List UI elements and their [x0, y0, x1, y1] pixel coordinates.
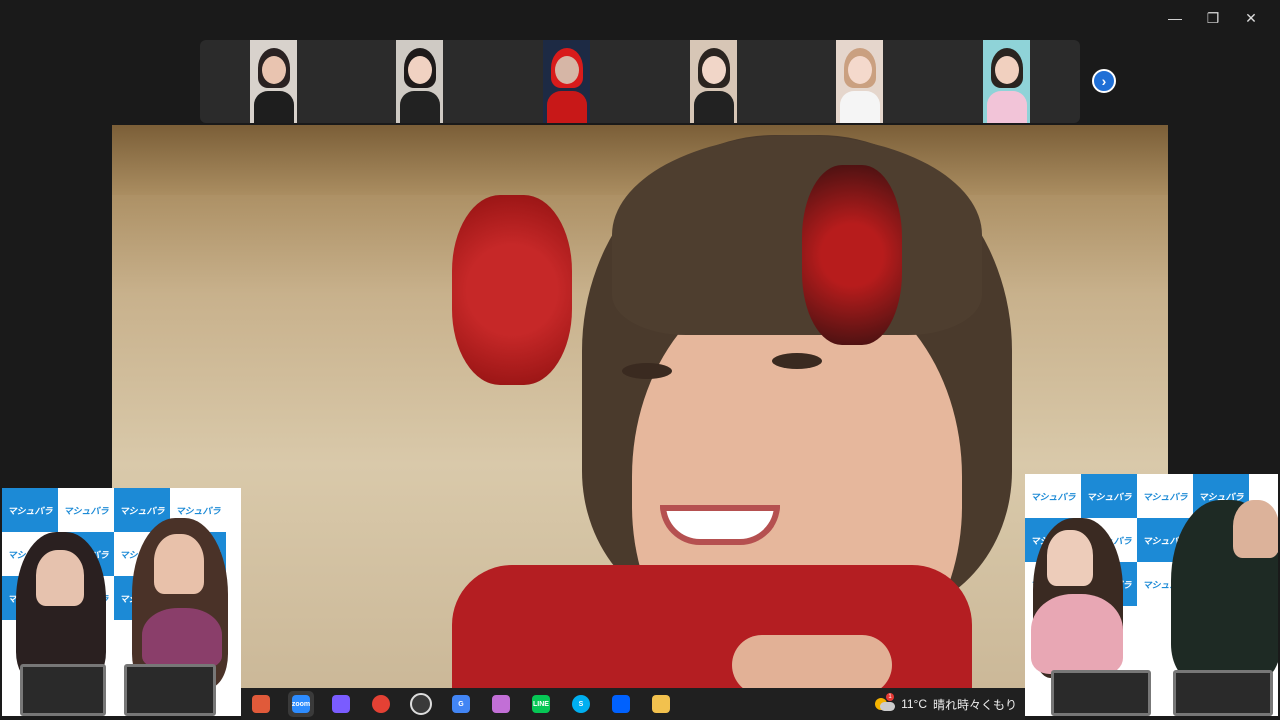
copilot-app-icon [332, 695, 350, 713]
taskbar-obs-app[interactable] [408, 691, 434, 717]
weather-badge: 1 [886, 693, 895, 701]
minimize-icon[interactable]: — [1156, 6, 1194, 30]
chevron-right-icon: › [1101, 73, 1107, 89]
studio-monitor [1051, 670, 1151, 716]
taskbar: zoom G LINE S 1 11°C 晴れ時々くもり [241, 688, 1025, 720]
weather-temperature[interactable]: 11°C [901, 697, 927, 711]
search-app-icon: G [452, 695, 470, 713]
studio-monitor [1173, 670, 1273, 716]
skype-app-icon: S [572, 695, 590, 713]
window-controls: — ❐ ✕ [1156, 6, 1270, 30]
gift-app-icon [252, 695, 270, 713]
backdrop-logo: マシュバラ [58, 488, 114, 532]
taskbar-copilot-app[interactable] [328, 691, 354, 717]
zoom-app-icon: zoom [292, 695, 310, 713]
taskbar-notepad-app[interactable] [488, 691, 514, 717]
speaker-eye-right [772, 353, 822, 369]
gallery-next-button[interactable]: › [1092, 69, 1116, 93]
taskbar-line-app[interactable]: LINE [528, 691, 554, 717]
host-right-2-face [1233, 500, 1278, 558]
notepad-app-icon [492, 695, 510, 713]
host-left-1-face [36, 550, 84, 606]
taskbar-explorer-app[interactable] [648, 691, 674, 717]
participant-gallery-strip [200, 40, 1080, 123]
host-right-1-outfit [1031, 594, 1123, 674]
studio-monitor [20, 664, 106, 716]
studio-monitor [124, 664, 216, 716]
host-left-2-outfit [142, 608, 222, 668]
speaker-eye-left [622, 363, 672, 379]
gallery-tile-participant-3[interactable] [543, 40, 590, 123]
studio-feed-left: マシュバラ マシュバラ マシュバラ マシュバラ マシュバラ マシュバラ マシュバ… [2, 488, 241, 716]
gallery-tile-participant-1[interactable] [250, 40, 297, 123]
weather-condition[interactable]: 晴れ時々くもり [933, 696, 1017, 713]
gallery-tile-participant-5[interactable] [836, 40, 883, 123]
system-tray: 1 11°C 晴れ時々くもり [875, 688, 1017, 720]
studio-feed-right: マシュバラ マシュバラ マシュバラ マシュバラ マシュバラ マシュバラ マシュバ… [1025, 474, 1278, 716]
chrome-app-icon [372, 695, 390, 713]
taskbar-gift-app[interactable] [248, 691, 274, 717]
backdrop-logo: マシュバラ [1025, 474, 1081, 518]
speaker-hand [732, 635, 892, 690]
explorer-app-icon [652, 695, 670, 713]
hair-ornament-left [452, 195, 572, 385]
gallery-tile-participant-2[interactable] [396, 40, 443, 123]
restore-icon[interactable]: ❐ [1194, 6, 1232, 30]
backdrop-logo: マシュバラ [1081, 474, 1137, 518]
weather-icon[interactable]: 1 [875, 693, 896, 712]
speaker-dress [452, 565, 972, 690]
host-right-1-face [1047, 530, 1093, 586]
taskbar-zoom-app[interactable]: zoom [288, 691, 314, 717]
active-speaker-video [112, 125, 1168, 690]
gallery-tile-participant-6[interactable] [983, 40, 1030, 123]
taskbar-chrome-app[interactable] [368, 691, 394, 717]
host-left-2-face [154, 534, 204, 594]
obs-app-icon [410, 693, 432, 715]
taskbar-search-app[interactable]: G [448, 691, 474, 717]
dropbox-app-icon [612, 695, 630, 713]
backdrop-logo: マシュバラ [1137, 474, 1193, 518]
gallery-tile-participant-4[interactable] [690, 40, 737, 123]
backdrop-logo: マシュバラ [2, 488, 58, 532]
taskbar-apps: zoom G LINE S [241, 691, 681, 717]
taskbar-dropbox-app[interactable] [608, 691, 634, 717]
taskbar-skype-app[interactable]: S [568, 691, 594, 717]
line-app-icon: LINE [532, 695, 550, 713]
close-icon[interactable]: ✕ [1232, 6, 1270, 30]
speaker-bangs [612, 135, 982, 335]
hair-ornament-right [802, 165, 902, 345]
